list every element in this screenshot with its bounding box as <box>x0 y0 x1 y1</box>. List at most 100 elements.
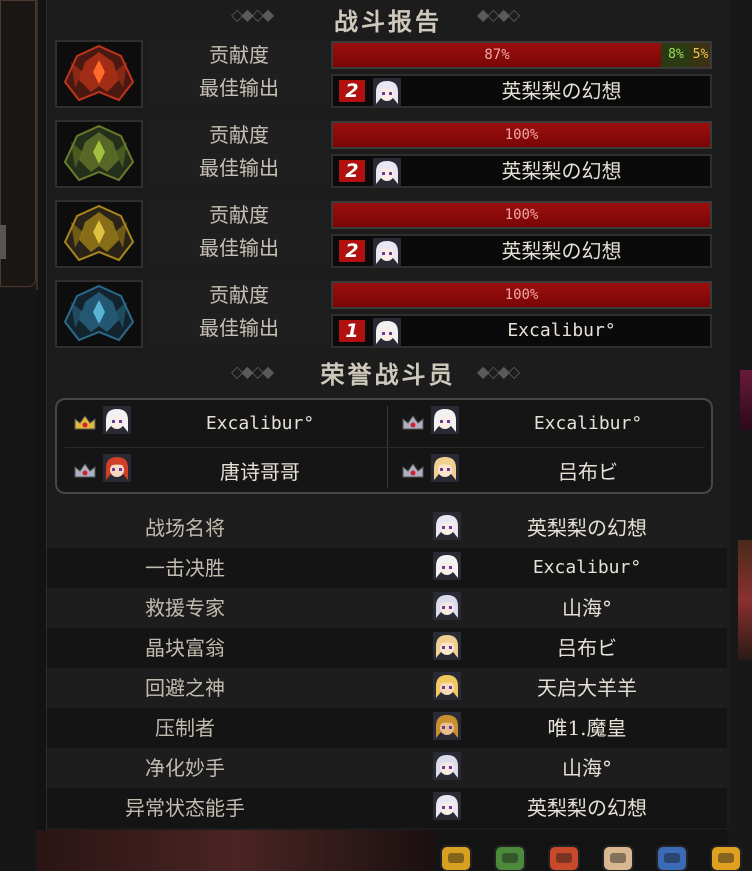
contribution-label: 贡献度 <box>149 40 329 71</box>
player-avatar[interactable] <box>373 318 401 350</box>
rank-badge: 2 <box>339 240 365 262</box>
title-ornament-right: ◆◇◆◇ <box>477 362 520 381</box>
contribution-percent: 87% <box>484 47 510 63</box>
team-report-card: 贡献度 最佳输出 100% 2 英梨梨の幻想 <box>55 200 720 270</box>
best-player-name: 英梨梨の幻想 <box>501 239 622 263</box>
silver-crown-icon <box>401 462 425 484</box>
gold-crown-icon <box>73 414 97 436</box>
title-ornament-right: ◆◇◆◇ <box>477 5 520 24</box>
best-player-name: Excalibur° <box>507 320 616 341</box>
best-player-name: 英梨梨の幻想 <box>501 79 622 103</box>
award-title: 一击决胜 <box>145 556 225 580</box>
award-title: 净化妙手 <box>145 756 225 780</box>
star-icon[interactable] <box>438 842 474 871</box>
award-title: 战场名将 <box>145 516 225 540</box>
award-row: 救援专家 山海° <box>47 588 727 628</box>
honor-player-name: 唐诗哥哥 <box>220 460 300 484</box>
honor-player-name: Excalibur° <box>205 413 315 434</box>
contribution-bar: 87% 8% 5% <box>331 41 712 69</box>
rank-badge: 2 <box>339 160 365 182</box>
player-avatar[interactable] <box>103 406 131 438</box>
contribution-extra-percent: 5% <box>692 47 709 62</box>
award-player-name: 英梨梨の幻想 <box>527 516 647 540</box>
contribution-label: 贡献度 <box>149 200 329 231</box>
award-player-name: 山海° <box>562 596 612 620</box>
potion-icon[interactable] <box>546 842 582 871</box>
battle-report-title: 战斗报告 <box>334 7 442 36</box>
best-output-label: 最佳输出 <box>149 313 329 344</box>
award-player-name: 山海° <box>562 756 612 780</box>
contribution-bar: 100% <box>331 121 712 149</box>
player-avatar[interactable] <box>433 792 461 824</box>
background-right-strip <box>728 0 752 871</box>
honor-player-name: Excalibur° <box>533 413 643 434</box>
best-output-row: 2 英梨梨の幻想 <box>331 74 712 108</box>
contribution-label: 贡献度 <box>149 280 329 311</box>
green-crest-icon <box>55 120 143 188</box>
honor-fighter[interactable]: 唐诗哥哥 <box>63 450 383 494</box>
background-left-notch <box>0 225 6 259</box>
award-row: 压制者 唯1.魔皇 <box>47 708 727 748</box>
background-left-lower <box>0 290 36 871</box>
contribution-bar: 100% <box>331 281 712 309</box>
award-player-name: 吕布ビ <box>557 636 617 660</box>
gold-crest-icon <box>55 200 143 268</box>
award-title: 晶块富翁 <box>145 636 225 660</box>
game-screen: ◇◆◇◆ 战斗报告 ◆◇◆◇ 贡献度 最佳输出 87% 8% 5% 2 英梨梨の幻想 贡献… <box>0 0 752 871</box>
honor-player-name: 吕布ビ <box>558 460 618 484</box>
background-bottom-art <box>36 830 436 871</box>
player-avatar[interactable] <box>433 752 461 784</box>
silver-crown-icon <box>401 414 425 436</box>
award-row: 回避之神 天启大羊羊 <box>47 668 727 708</box>
award-title: 压制者 <box>155 716 215 740</box>
battle-report-panel: ◇◆◇◆ 战斗报告 ◆◇◆◇ 贡献度 最佳输出 87% 8% 5% 2 英梨梨の幻想 贡献… <box>46 0 729 830</box>
player-avatar[interactable] <box>433 512 461 544</box>
award-row: 一击决胜 Excalibur° <box>47 548 727 588</box>
divider <box>65 447 705 448</box>
honor-fighters-box: Excalibur° Excalibur° 唐诗哥哥 吕布ビ <box>55 398 713 494</box>
award-player-name: 唯1.魔皇 <box>547 716 627 740</box>
award-row: 晶块富翁 吕布ビ <box>47 628 727 668</box>
coin-icon[interactable] <box>708 842 744 871</box>
contribution-extra-percent: 8% <box>668 47 684 62</box>
player-avatar[interactable] <box>373 158 401 190</box>
contribution-percent: 100% <box>504 207 539 223</box>
honor-fighters-title: 荣誉战斗员 <box>320 360 456 389</box>
player-avatar[interactable] <box>431 454 459 486</box>
best-output-label: 最佳输出 <box>149 153 329 184</box>
player-avatar[interactable] <box>373 78 401 110</box>
honor-fighter[interactable]: 吕布ビ <box>391 450 711 494</box>
player-avatar[interactable] <box>433 592 461 624</box>
award-row: 异常状态能手 英梨梨の幻想 <box>47 788 727 828</box>
honor-fighter[interactable]: Excalibur° <box>391 402 711 446</box>
background-art <box>738 540 752 660</box>
calendar-icon[interactable] <box>654 842 690 871</box>
award-row: 净化妙手 山海° <box>47 748 727 788</box>
best-output-label: 最佳输出 <box>149 73 329 104</box>
award-title: 救援专家 <box>145 596 225 620</box>
player-avatar[interactable] <box>373 238 401 270</box>
player-avatar[interactable] <box>431 406 459 438</box>
house-icon[interactable] <box>492 842 528 871</box>
award-player-name: 英梨梨の幻想 <box>527 796 647 820</box>
blue-crest-icon <box>55 280 143 348</box>
player-avatar[interactable] <box>433 672 461 704</box>
team-report-card: 贡献度 最佳输出 100% 2 英梨梨の幻想 <box>55 120 720 190</box>
face-icon[interactable] <box>600 842 636 871</box>
player-avatar[interactable] <box>433 632 461 664</box>
player-avatar[interactable] <box>433 712 461 744</box>
award-row: 战场名将 英梨梨の幻想 <box>47 508 727 548</box>
player-avatar[interactable] <box>103 454 131 486</box>
contribution-label: 贡献度 <box>149 120 329 151</box>
best-output-label: 最佳输出 <box>149 233 329 264</box>
player-avatar[interactable] <box>433 552 461 584</box>
red-crest-icon <box>55 40 143 108</box>
best-output-row: 2 英梨梨の幻想 <box>331 154 712 188</box>
best-output-row: 2 英梨梨の幻想 <box>331 234 712 268</box>
rank-badge: 2 <box>339 80 365 102</box>
team-report-card: 贡献度 最佳输出 87% 8% 5% 2 英梨梨の幻想 <box>55 40 720 110</box>
contribution-percent: 100% <box>504 127 539 143</box>
honor-fighter[interactable]: Excalibur° <box>63 402 383 446</box>
best-output-row: 1 Excalibur° <box>331 314 712 348</box>
award-title: 回避之神 <box>145 676 225 700</box>
